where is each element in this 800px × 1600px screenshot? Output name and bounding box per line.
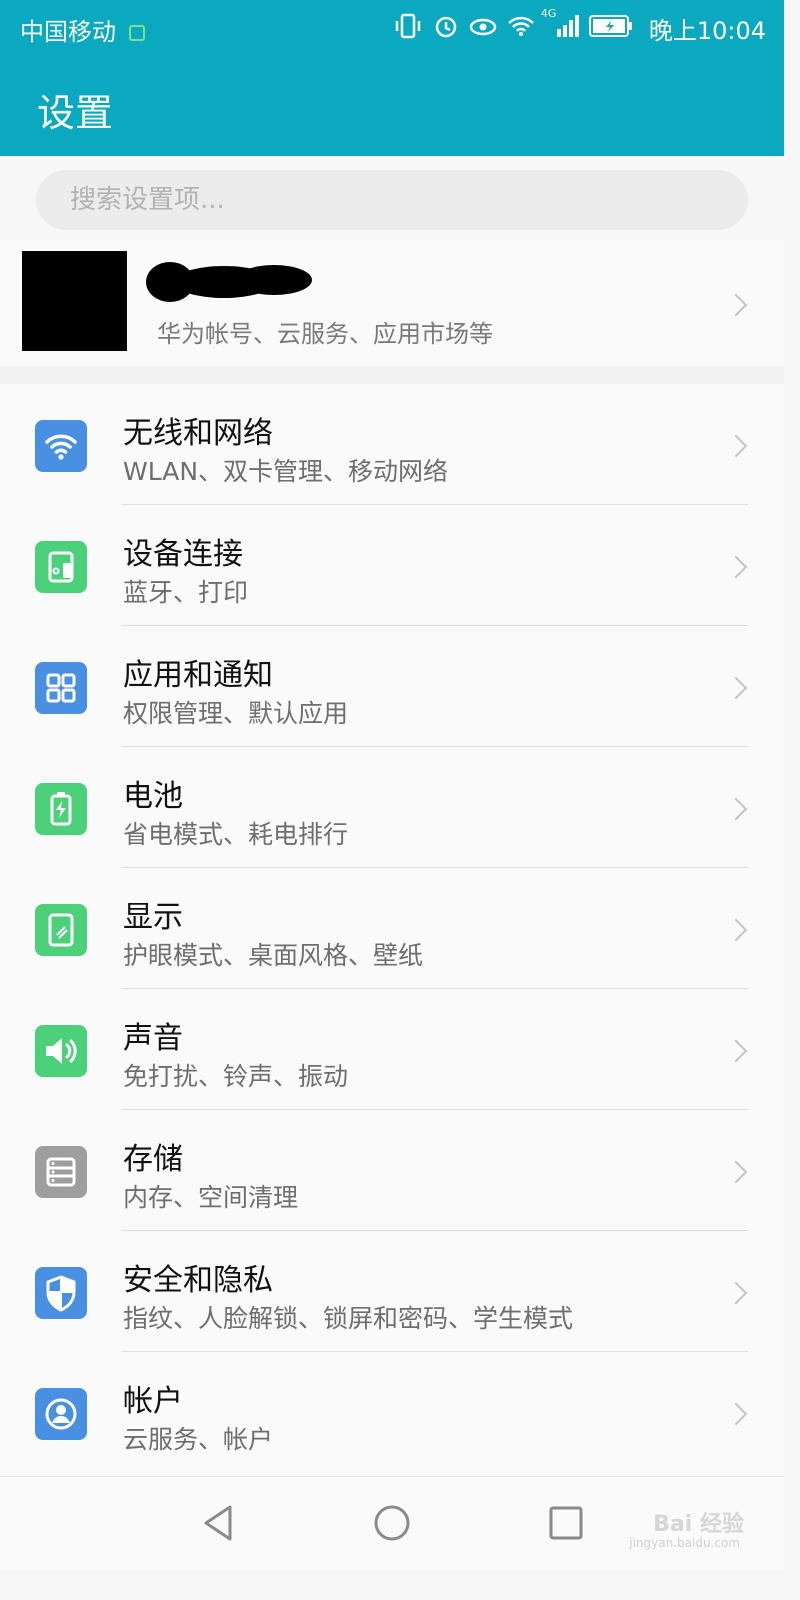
chevron-right-icon [724,434,748,458]
chevron-right-icon [724,1160,748,1184]
settings-item-security[interactable]: 安全和隐私 指纹、人脸解锁、锁屏和密码、学生模式 [0,1231,784,1352]
alarm-icon [433,13,459,43]
settings-item-desc: 权限管理、默认应用 [123,699,349,728]
speaker-icon [35,1025,87,1077]
back-icon[interactable] [194,1499,242,1547]
settings-item-label: 声音 [123,1021,183,1056]
chevron-right-icon [724,1402,748,1426]
settings-item-battery[interactable]: 电池 省电模式、耗电排行 [0,747,784,868]
settings-item-display[interactable]: 显示 护眼模式、桌面风格、壁纸 [0,868,784,989]
account-icon [35,1388,87,1440]
device-connect-icon [35,541,87,593]
display-icon [35,904,87,956]
chevron-right-icon [724,1281,748,1305]
settings-item-desc: 护眼模式、桌面风格、壁纸 [123,941,424,970]
apps-grid-icon [35,662,87,714]
storage-icon [35,1146,87,1198]
app-header: 设置 [0,56,784,156]
settings-item-accounts[interactable]: 帐户 云服务、帐户 [0,1352,784,1473]
vibrate-icon [393,13,423,43]
battery-icon [588,14,633,42]
settings-item-label: 设备连接 [123,537,243,572]
settings-item-desc: WLAN、双卡管理、移动网络 [123,457,449,486]
settings-item-label: 存储 [123,1142,183,1177]
settings-item-label: 帐户 [123,1384,183,1419]
page-title: 设置 [37,91,114,135]
search-input[interactable] [36,170,748,230]
chevron-right-icon [724,797,748,821]
settings-item-desc: 指纹、人脸解锁、锁屏和密码、学生模式 [123,1304,574,1333]
settings-item-desc: 蓝牙、打印 [123,578,249,607]
home-icon[interactable] [368,1499,416,1547]
account-subtitle: 华为帐号、云服务、应用市场等 [157,320,493,348]
eye-comfort-icon [469,15,497,41]
settings-item-label: 安全和隐私 [123,1263,273,1298]
avatar [22,251,127,351]
status-bar: 中国移动 4G 晚上10:04 [0,0,784,56]
settings-item-desc: 内存、空间清理 [123,1183,299,1212]
settings-item-label: 电池 [123,779,183,814]
network-badge: 4G [540,7,557,20]
settings-item-desc: 云服务、帐户 [123,1425,274,1454]
settings-item-label: 无线和网络 [123,416,273,451]
clock: 晚上10:04 [648,16,766,45]
battery-icon [35,783,87,835]
settings-item-wireless[interactable]: 无线和网络 WLAN、双卡管理、移动网络 [0,384,784,505]
settings-item-desc: 免打扰、铃声、振动 [123,1062,349,1091]
redacted-name [146,262,312,302]
sim-icon [128,24,146,42]
watermark-url: jingyan.baidu.com [629,1536,740,1550]
carrier-name: 中国移动 [20,18,116,46]
wifi-icon [507,15,535,41]
settings-item-storage[interactable]: 存储 内存、空间清理 [0,1110,784,1231]
settings-list: 无线和网络 WLAN、双卡管理、移动网络 设备连接 蓝牙、打印 应用和通知 权限… [0,384,784,1474]
chevron-right-icon [724,1039,748,1063]
settings-item-sound[interactable]: 声音 免打扰、铃声、振动 [0,989,784,1110]
section-divider [0,366,784,384]
account-row[interactable]: 华为帐号、云服务、应用市场等 [0,240,784,366]
settings-item-apps[interactable]: 应用和通知 权限管理、默认应用 [0,626,784,747]
chevron-right-icon [724,555,748,579]
settings-item-label: 显示 [123,900,183,935]
settings-item-device-connection[interactable]: 设备连接 蓝牙、打印 [0,505,784,626]
settings-item-desc: 省电模式、耗电排行 [123,820,349,849]
settings-item-label: 应用和通知 [123,658,273,693]
chevron-right-icon [724,676,748,700]
chevron-right-icon [724,918,748,942]
watermark: Bai 经验 [653,1512,744,1537]
shield-icon [35,1267,87,1319]
wifi-icon [35,420,87,472]
chevron-right-icon [724,293,748,317]
recents-icon[interactable] [542,1499,590,1547]
signal-icon: 4G [541,7,579,43]
